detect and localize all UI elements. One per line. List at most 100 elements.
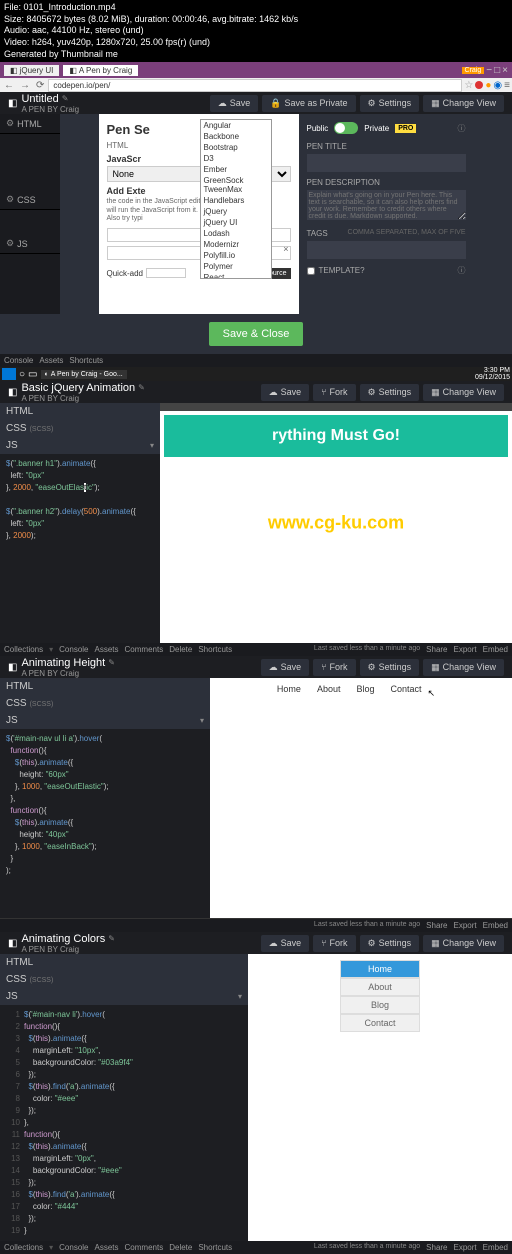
dropdown-item[interactable]: Lodash [201,228,271,239]
console-button[interactable]: Console [4,356,33,365]
export-button[interactable]: Export [454,1243,477,1252]
ext-icon[interactable]: ◉ [493,80,502,91]
gear-icon[interactable]: ⚙ [6,194,14,205]
tags-input[interactable] [307,241,466,259]
dropdown-item[interactable]: Bootstrap [201,142,271,153]
js-editor[interactable]: $(".banner h1").animate({ left: "0px" },… [0,454,160,546]
dropdown-item[interactable]: jQuery [201,206,271,217]
editor-tab-js[interactable]: JS▾ [0,988,248,1005]
remove-icon[interactable]: × [283,244,288,254]
ext-icon[interactable]: ● [485,80,491,91]
comments-button[interactable]: Comments [125,1243,164,1252]
dropdown-item[interactable]: Polymer [201,261,271,272]
editor-tab-html[interactable]: HTML [0,403,160,420]
editor-tab-html[interactable]: HTML [0,954,248,971]
template-checkbox[interactable] [307,267,315,275]
embed-button[interactable]: Embed [483,645,508,654]
back-icon[interactable]: ← [2,80,16,91]
settings-button[interactable]: ⚙Settings [360,384,420,401]
fork-button[interactable]: ⑂Fork [313,659,355,676]
gear-icon[interactable]: ⚙ [6,118,14,129]
fork-button[interactable]: ⑂Fork [313,935,355,952]
pen-desc-input[interactable] [307,190,466,220]
minimize-icon[interactable]: − [486,65,492,76]
url-bar[interactable]: codepen.io/pen/ [48,79,462,92]
assets-button[interactable]: Assets [95,1243,119,1252]
js-editor[interactable]: 1$('#main-nav li').hover( 2function(){ 3… [0,1005,248,1241]
comments-button[interactable]: Comments [125,645,164,654]
gear-icon[interactable]: ⚙ [6,238,14,249]
editor-tab-css[interactable]: CSS(SCSS) [0,971,248,988]
pen-title-input[interactable] [307,154,466,172]
nav-link[interactable]: Contact [390,684,421,695]
share-button[interactable]: Share [426,1243,447,1252]
maximize-icon[interactable]: □ [494,65,500,76]
console-button[interactable]: Console [59,645,88,654]
save-close-button[interactable]: Save & Close [209,322,304,346]
dropdown-item[interactable]: Handlebars [201,195,271,206]
save-private-button[interactable]: 🔒Save as Private [262,95,355,112]
save-button[interactable]: ☁Save [210,95,259,112]
editor-tab-js[interactable]: JS▾ [0,437,160,454]
library-dropdown[interactable]: Angular Backbone Bootstrap D3 Ember Gree… [200,119,272,279]
embed-button[interactable]: Embed [483,1243,508,1252]
ext-icon[interactable] [475,81,483,89]
change-view-button[interactable]: ▦Change View [423,935,504,952]
export-button[interactable]: Export [454,921,477,930]
chevron-down-icon[interactable]: ▾ [238,992,242,1001]
edit-icon[interactable]: ✎ [138,383,145,392]
assets-button[interactable]: Assets [95,645,119,654]
editor-tab-css[interactable]: CSS(SCSS) [0,420,160,437]
editor-tab-js[interactable]: JS▾ [0,712,210,729]
start-button[interactable] [2,368,16,380]
edit-icon[interactable]: ✎ [62,94,69,103]
menu-item[interactable]: Blog [340,996,420,1014]
forward-icon[interactable]: → [18,80,32,91]
edit-icon[interactable]: ✎ [108,934,115,943]
dropdown-item[interactable]: Modernizr [201,239,271,250]
info-icon[interactable]: ⓘ [458,123,466,134]
nav-link[interactable]: Blog [356,684,374,695]
settings-button[interactable]: ⚙Settings [360,659,420,676]
change-view-button[interactable]: ▦Change View [423,95,504,112]
share-button[interactable]: Share [426,645,447,654]
dropdown-item[interactable]: Backbone [201,131,271,142]
editor-tab-html[interactable]: HTML [0,678,210,695]
shortcuts-button[interactable]: Shortcuts [69,356,103,365]
console-button[interactable]: Console [59,1243,88,1252]
menu-item[interactable]: Home [340,960,420,978]
modal-tab-html[interactable]: HTML [107,141,129,150]
export-button[interactable]: Export [454,645,477,654]
browser-tab-active[interactable]: ◧A Pen by Craig [63,65,138,76]
dropdown-item[interactable]: jQuery UI [201,217,271,228]
fork-button[interactable]: ⑂Fork [313,384,355,401]
js-editor[interactable]: $('#main-nav ul li a').hover( function()… [0,729,210,881]
change-view-button[interactable]: ▦Change View [423,659,504,676]
task-view-icon[interactable]: ▭ [28,369,37,380]
chevron-down-icon[interactable]: ▾ [150,441,154,450]
editor-tab-html[interactable]: ⚙HTML [0,114,60,134]
dropdown-item[interactable]: Polyfill.io [201,250,271,261]
editor-tab-js[interactable]: ⚙JS [0,234,60,254]
assets-button[interactable]: Assets [39,356,63,365]
close-icon[interactable]: × [502,65,508,76]
shortcuts-button[interactable]: Shortcuts [198,1243,232,1252]
settings-button[interactable]: ⚙Settings [360,95,420,112]
save-button[interactable]: ☁Save [261,659,310,676]
editor-tab-css[interactable]: CSS(SCSS) [0,695,210,712]
delete-button[interactable]: Delete [169,645,192,654]
chevron-down-icon[interactable]: ▾ [200,716,204,725]
quick-add-select[interactable] [146,268,186,278]
nav-link[interactable]: Home [277,684,301,695]
shortcuts-button[interactable]: Shortcuts [198,645,232,654]
settings-button[interactable]: ⚙Settings [360,935,420,952]
editor-tab-css[interactable]: ⚙CSS [0,190,60,210]
dropdown-item[interactable]: React [201,272,271,279]
edit-icon[interactable]: ✎ [108,658,115,667]
menu-item[interactable]: Contact [340,1014,420,1032]
embed-button[interactable]: Embed [483,921,508,930]
visibility-toggle[interactable] [334,122,358,134]
user-badge[interactable]: Craig [462,67,485,74]
collections-button[interactable]: Collections [4,645,43,654]
dropdown-item[interactable]: GreenSock TweenMax [201,175,271,195]
